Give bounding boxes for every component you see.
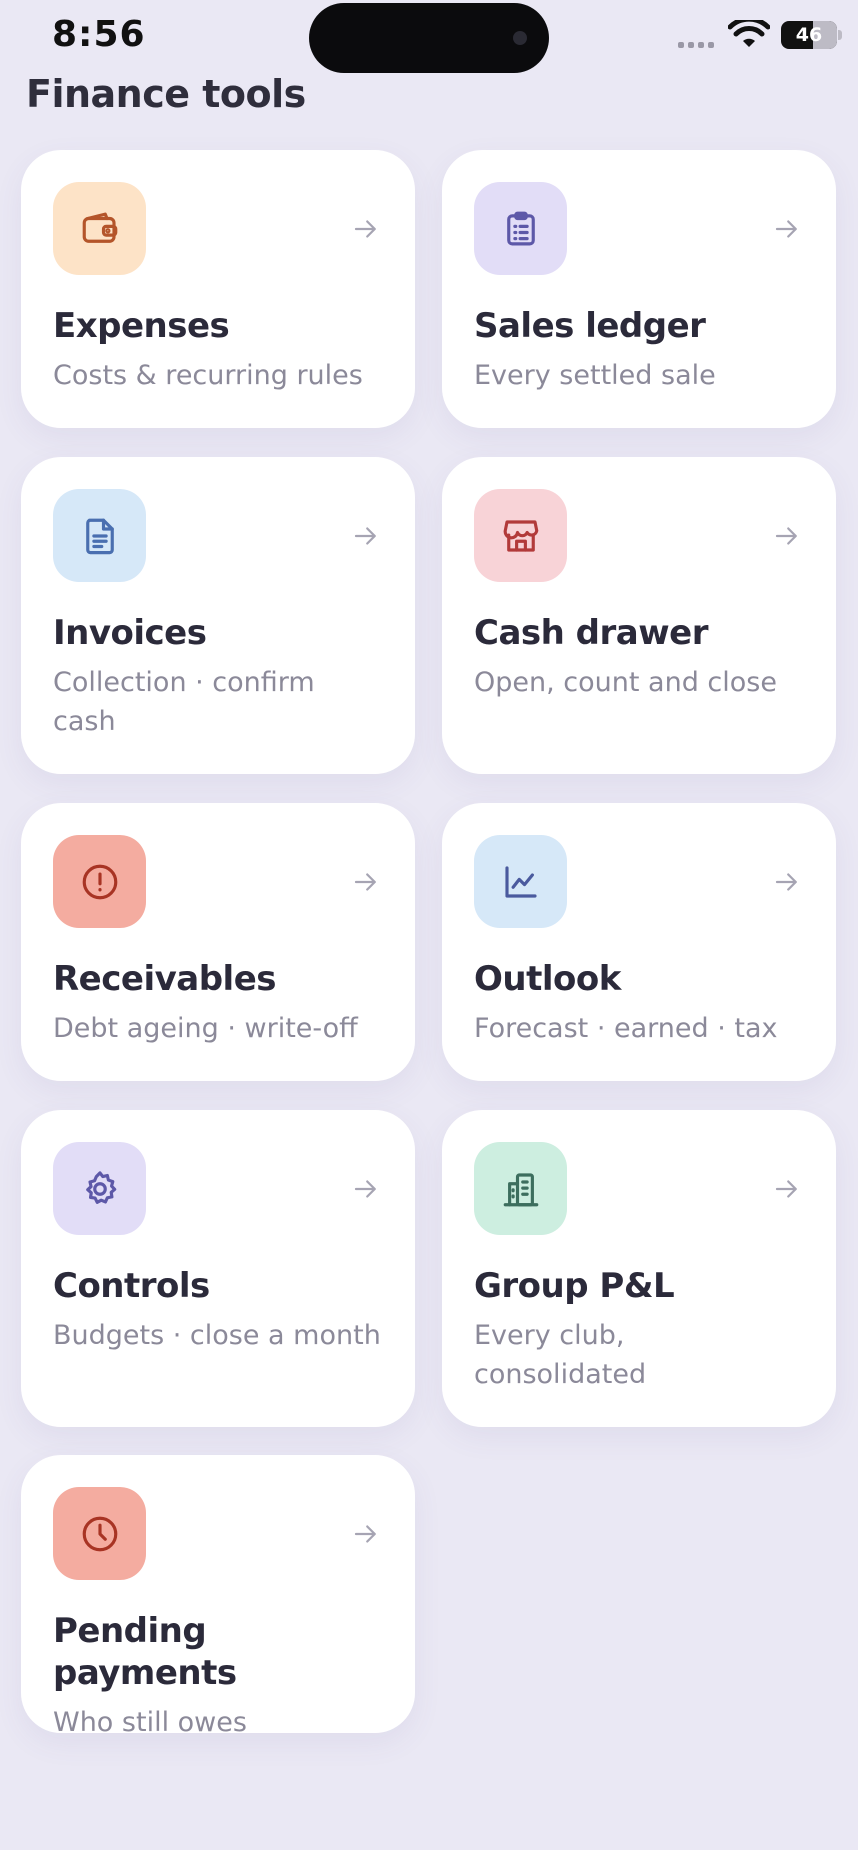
card-subtitle: Collection · confirm cash: [53, 667, 315, 737]
card-subtitle: Debt ageing · write-off: [53, 1013, 358, 1044]
page-title: Finance tools: [26, 72, 306, 116]
card-title: Outlook: [474, 959, 621, 999]
arrow-right-icon: [775, 220, 797, 238]
wallet-icon: [82, 212, 117, 243]
card-title: Expenses: [53, 306, 230, 346]
card-subtitle: Budgets · close a month: [53, 1320, 381, 1351]
tool-card-group-pl[interactable]: Group P&L Every club, consolidated: [442, 1110, 836, 1427]
card-subtitle: Costs & recurring rules: [53, 360, 363, 391]
dynamic-island: [309, 3, 549, 73]
tool-card-expenses[interactable]: Expenses Costs & recurring rules: [21, 150, 415, 428]
card-title: Pending payments: [53, 1611, 237, 1693]
icon-tile: [53, 835, 146, 928]
arrow-right-icon: [775, 873, 797, 891]
tool-card-controls[interactable]: Controls Budgets · close a month: [21, 1110, 415, 1427]
gear-icon: [85, 1170, 116, 1204]
icon-tile: [474, 489, 567, 582]
camera-icon: [513, 31, 527, 45]
line-chart-icon: [504, 865, 537, 898]
card-subtitle: Forecast · earned · tax: [474, 1013, 778, 1044]
card-subtitle: Open, count and close: [474, 667, 777, 698]
wifi-icon: [728, 20, 770, 47]
status-time: 8:56: [52, 14, 146, 55]
tool-card-invoices[interactable]: Invoices Collection · confirm cash: [21, 457, 415, 774]
icon-tile: [474, 1142, 567, 1235]
tool-card-receivables[interactable]: Receivables Debt ageing · write-off: [21, 803, 415, 1081]
battery-level: 46: [795, 24, 823, 46]
status-bar: 8:56 46: [0, 0, 858, 74]
alert-circle-icon: [82, 864, 117, 899]
cellular-signal-icon: [678, 42, 714, 48]
icon-tile: [53, 1142, 146, 1235]
clock-icon: [82, 1516, 117, 1551]
icon-tile: [474, 835, 567, 928]
arrow-right-icon: [354, 1525, 376, 1543]
card-title: Sales ledger: [474, 306, 706, 346]
icon-tile: [53, 1487, 146, 1580]
building-icon: [503, 1172, 538, 1206]
card-title: Receivables: [53, 959, 277, 999]
card-title: Cash drawer: [474, 613, 708, 653]
arrow-right-icon: [775, 527, 797, 545]
arrow-right-icon: [775, 1180, 797, 1198]
card-title: Group P&L: [474, 1266, 675, 1306]
icon-tile: [53, 489, 146, 582]
tool-card-cash-drawer[interactable]: Cash drawer Open, count and close: [442, 457, 836, 774]
icon-tile: [53, 182, 146, 275]
icon-tile: [474, 182, 567, 275]
store-icon: [503, 519, 538, 552]
tool-card-sales-ledger[interactable]: Sales ledger Every settled sale: [442, 150, 836, 428]
arrow-right-icon: [354, 873, 376, 891]
arrow-right-icon: [354, 527, 376, 545]
tool-card-pending-payments[interactable]: Pending payments Who still owes: [21, 1455, 415, 1738]
clipboard-list-icon: [506, 211, 535, 245]
card-subtitle: Every settled sale: [474, 360, 716, 391]
card-title: Controls: [53, 1266, 210, 1306]
card-subtitle: Every club, consolidated: [474, 1320, 647, 1390]
arrow-right-icon: [354, 1180, 376, 1198]
tool-card-outlook[interactable]: Outlook Forecast · earned · tax: [442, 803, 836, 1081]
card-subtitle: Who still owes: [53, 1707, 247, 1738]
document-icon: [85, 518, 114, 554]
battery-icon: 46: [781, 21, 837, 49]
card-title: Invoices: [53, 613, 207, 653]
arrow-right-icon: [354, 220, 376, 238]
